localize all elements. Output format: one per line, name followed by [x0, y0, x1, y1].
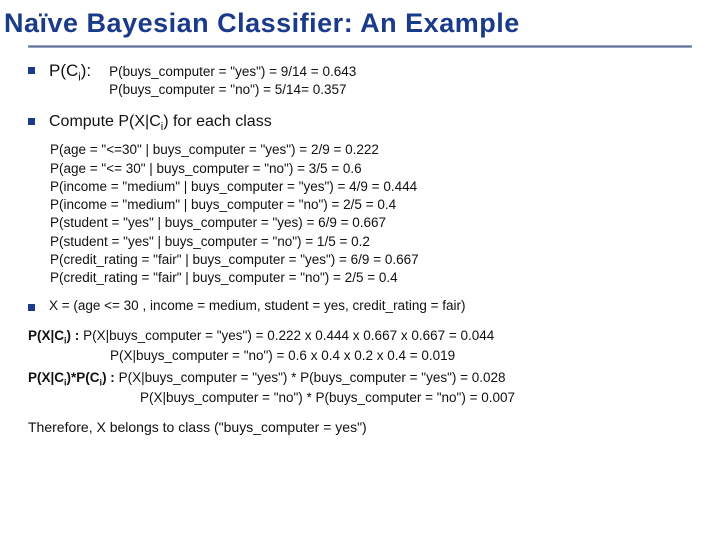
square-bullet-icon	[28, 67, 35, 74]
compute-label: Compute P(X|Ci) for each class	[49, 111, 272, 135]
pxcipci-block: P(X|Ci)*P(Ci) : P(X|buys_computer = "yes…	[28, 369, 700, 407]
cond-line: P(student = "yes" | buys_computer = "no"…	[50, 233, 700, 251]
cond-line: P(student = "yes" | buys_computer = "yes…	[50, 214, 700, 232]
pxci-line2: P(X|buys_computer = "no") = 0.6 x 0.4 x …	[110, 348, 455, 363]
square-bullet-icon	[28, 118, 35, 125]
bullet-x-tuple: X = (age <= 30 , income = medium, studen…	[28, 297, 700, 315]
pxci-line1: P(X|buys_computer = "yes") = 0.222 x 0.4…	[83, 328, 494, 343]
cond-line: P(credit_rating = "fair" | buys_computer…	[50, 269, 700, 287]
x-tuple-label: X = (age <= 30 , income = medium, studen…	[49, 297, 465, 315]
square-bullet-icon	[28, 304, 35, 311]
cond-line: P(income = "medium" | buys_computer = "y…	[50, 178, 700, 196]
pxcipci-line1: P(X|buys_computer = "yes") * P(buys_comp…	[119, 370, 506, 385]
pxcipci-line2: P(X|buys_computer = "no") * P(buys_compu…	[140, 390, 515, 405]
page-title: Naïve Bayesian Classifier: An Example	[0, 0, 720, 43]
cond-line: P(credit_rating = "fair" | buys_computer…	[50, 251, 700, 269]
pci-line2: P(buys_computer = "no") = 5/14= 0.357	[109, 82, 346, 97]
conclusion: Therefore, X belongs to class ("buys_com…	[28, 418, 700, 437]
bullet-pci: P(Ci): P(buys_computer = "yes") = 9/14 =…	[28, 60, 700, 99]
content-area: P(Ci): P(buys_computer = "yes") = 9/14 =…	[0, 56, 720, 436]
pci-label: P(Ci):	[49, 60, 91, 85]
cond-line: P(income = "medium" | buys_computer = "n…	[50, 196, 700, 214]
cond-line: P(age = "<=30" | buys_computer = "yes") …	[50, 141, 700, 159]
divider	[28, 45, 692, 48]
bullet-compute: Compute P(X|Ci) for each class	[28, 111, 700, 135]
cond-line: P(age = "<= 30" | buys_computer = "no") …	[50, 160, 700, 178]
pci-line1: P(buys_computer = "yes") = 9/14 = 0.643	[109, 64, 356, 79]
pxci-block: P(X|Ci) : P(X|buys_computer = "yes") = 0…	[28, 327, 700, 365]
conditional-prob-lines: P(age = "<=30" | buys_computer = "yes") …	[28, 141, 700, 287]
